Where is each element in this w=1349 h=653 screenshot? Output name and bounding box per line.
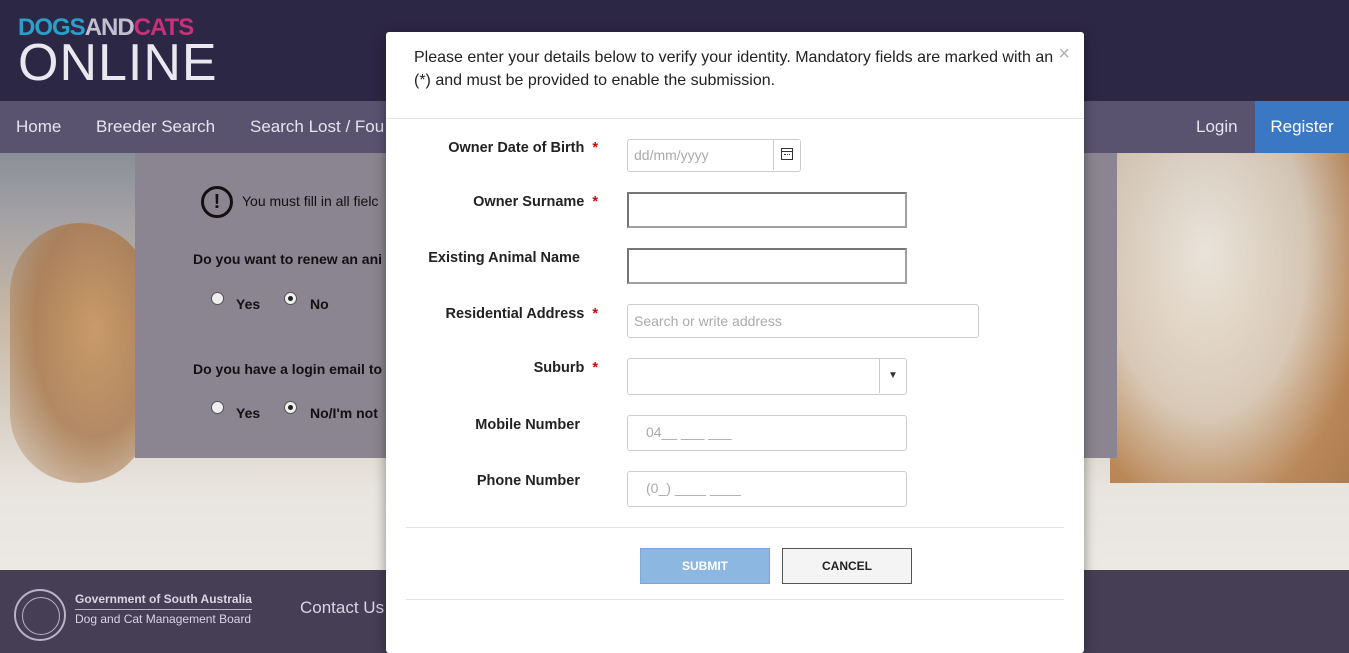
phone-label: Phone Number xyxy=(386,473,598,489)
suburb-label: Suburb * xyxy=(386,360,598,376)
dob-label-text: Owner Date of Birth xyxy=(448,140,585,156)
suburb-label-text: Suburb xyxy=(533,360,585,376)
animal-name-label-text: Existing Animal Name xyxy=(428,250,580,266)
cancel-button[interactable]: CANCEL xyxy=(782,548,912,584)
address-label-text: Residential Address xyxy=(445,306,585,322)
chevron-down-icon[interactable]: ▼ xyxy=(879,359,906,393)
phone-input[interactable]: (0_) ____ ____ xyxy=(627,471,907,507)
suburb-select[interactable]: ▼ xyxy=(627,358,907,395)
surname-label-text: Owner Surname xyxy=(473,194,585,210)
submit-button[interactable]: SUBMIT xyxy=(640,548,770,584)
dob-input[interactable]: dd/mm/yyyy xyxy=(627,139,801,172)
surname-required-marker: * xyxy=(592,194,598,210)
address-label: Residential Address * xyxy=(386,306,598,322)
footer-divider-bottom xyxy=(406,599,1064,600)
footer-divider-top xyxy=(406,527,1064,528)
surname-label: Owner Surname * xyxy=(386,194,598,210)
modal-header: Please enter your details below to verif… xyxy=(386,32,1084,119)
modal-intro-text: Please enter your details below to verif… xyxy=(414,49,1054,89)
dob-label: Owner Date of Birth * xyxy=(386,140,598,156)
calendar-button[interactable] xyxy=(773,140,800,170)
calendar-icon xyxy=(781,148,793,160)
mobile-label-text: Mobile Number xyxy=(475,417,580,433)
suburb-required-marker: * xyxy=(592,360,598,376)
address-required-marker: * xyxy=(592,306,598,322)
mobile-input[interactable]: 04__ ___ ___ xyxy=(627,415,907,451)
animal-name-label: Existing Animal Name xyxy=(386,250,598,266)
address-input[interactable]: Search or write address xyxy=(627,304,979,338)
phone-label-text: Phone Number xyxy=(476,473,580,489)
dob-placeholder: dd/mm/yyyy xyxy=(634,147,709,163)
surname-input[interactable] xyxy=(627,192,907,228)
mobile-label: Mobile Number xyxy=(386,417,598,433)
dob-required-marker: * xyxy=(592,140,598,156)
close-icon[interactable]: × xyxy=(1058,44,1070,64)
verify-identity-modal: Please enter your details below to verif… xyxy=(386,32,1084,653)
animal-name-input[interactable] xyxy=(627,248,907,284)
